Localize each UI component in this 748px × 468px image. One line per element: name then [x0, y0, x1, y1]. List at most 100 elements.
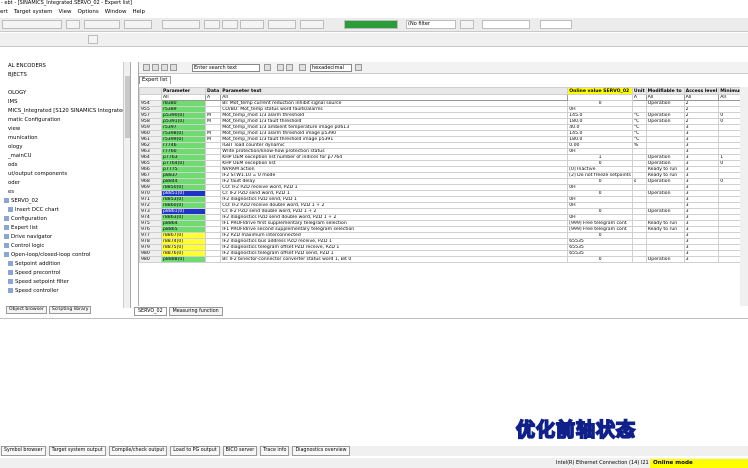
tree-item[interactable]: Setpoint addition: [0, 260, 130, 269]
expert-scrollbar[interactable]: [740, 87, 748, 306]
workspace-tab[interactable]: SERVO_02: [134, 307, 167, 316]
filter-icon[interactable]: [460, 20, 474, 29]
toolbar-group-2[interactable]: [84, 20, 120, 29]
cell-v[interactable]: [999] Free telegram conf.: [567, 220, 633, 227]
tab-expert-list[interactable]: Expert list: [139, 76, 171, 84]
tree-item-label: Expert list: [11, 225, 38, 231]
tree-item[interactable]: Speed precontrol: [0, 269, 130, 278]
node-icon: [1, 144, 6, 149]
flag-icon[interactable]: [170, 64, 177, 71]
header-modifiable[interactable]: Modifiable to: [645, 87, 685, 95]
cell-m: Operation: [645, 256, 685, 263]
tree-item[interactable]: BJECTS: [0, 71, 130, 80]
header-data[interactable]: Data: [204, 87, 222, 95]
cell-v[interactable]: 0: [567, 256, 633, 263]
tree-item-label: es: [8, 189, 15, 195]
tree-item-label: BJECTS: [8, 72, 27, 78]
menu-item[interactable]: Window: [105, 9, 127, 15]
tree-item[interactable]: MICS_Integrated [S120 SINAMICS Integrate…: [0, 107, 130, 116]
online-toolbar-group[interactable]: [344, 20, 398, 29]
tree-item[interactable]: AL ENCODERS: [0, 62, 130, 71]
tree-scrollbar[interactable]: [123, 62, 130, 308]
tree-item[interactable]: es: [0, 188, 130, 197]
tree-item[interactable]: view: [0, 125, 130, 134]
node-icon: [1, 117, 6, 122]
header-num: [139, 87, 162, 95]
output-tab[interactable]: Target system output: [48, 446, 106, 456]
table-settings-icon[interactable]: [286, 64, 293, 71]
workspace-tab[interactable]: Measuring function: [168, 307, 223, 316]
menu-item[interactable]: View: [58, 9, 71, 15]
toolbar2-button[interactable]: [88, 35, 98, 44]
header-text[interactable]: Parameter text: [220, 87, 569, 95]
toolbar-group-5[interactable]: [204, 20, 220, 29]
cell-v[interactable]: [999] Free telegram conf.: [567, 226, 633, 233]
tree-item[interactable]: Drive navigator: [0, 233, 130, 242]
menu-item[interactable]: Target system: [14, 9, 53, 15]
tree-item-label: Insert DCC chart: [15, 207, 59, 213]
node-icon: [1, 108, 6, 113]
binoculars-icon[interactable]: [264, 64, 271, 71]
tree-scroll-thumb[interactable]: [125, 76, 130, 138]
output-tab[interactable]: Trace info: [260, 446, 290, 456]
tab-object-browser[interactable]: Object browser: [6, 306, 47, 314]
tree-item[interactable]: matic Configuration: [0, 116, 130, 125]
refresh-icon[interactable]: [355, 64, 362, 71]
toolbar-group-1[interactable]: [2, 20, 62, 29]
tree-item[interactable]: Insert DCC chart: [0, 206, 130, 215]
table-row[interactable]: 980 p8888[0] BI: IF2 binector-connector co…: [139, 256, 747, 263]
tree-item[interactable]: Expert list: [0, 224, 130, 233]
tree-item[interactable]: Speed controller: [0, 287, 130, 296]
tree-item[interactable]: Open-loop/closed-loop control: [0, 251, 130, 260]
number-format-select[interactable]: hexadecimal: [310, 64, 352, 72]
tree-item[interactable]: [0, 80, 130, 89]
tree-item-label: ut/output components: [8, 171, 68, 177]
cell-p[interactable]: p8888[0]: [161, 256, 206, 263]
filter-select[interactable]: (No filter: [406, 20, 456, 29]
tree-item[interactable]: OLOGY: [0, 89, 130, 98]
header-unit[interactable]: Unit: [631, 87, 647, 95]
tree-item[interactable]: SERVO_02: [0, 197, 130, 206]
menu-item[interactable]: Help: [132, 9, 145, 15]
help-icon[interactable]: [66, 20, 80, 29]
menu-item[interactable]: ert: [0, 9, 8, 15]
toolbar-group-6[interactable]: [222, 20, 238, 29]
header-online-value[interactable]: Online value SERVO_02: [567, 87, 633, 95]
tree-item[interactable]: Configuration: [0, 215, 130, 224]
filter-icon[interactable]: [277, 64, 284, 71]
search-input[interactable]: Enter search text: [192, 64, 260, 72]
header-parameter[interactable]: Parameter: [161, 87, 206, 95]
toolbar-group-7[interactable]: [240, 20, 264, 29]
output-tab[interactable]: BICO server: [222, 446, 258, 456]
open-icon[interactable]: [152, 64, 159, 71]
cell-v[interactable]: [2] Do not freeze setpoints: [567, 172, 633, 179]
tree-item[interactable]: Speed setpoint filter: [0, 278, 130, 287]
output-tab[interactable]: Diagnostics overview: [292, 446, 350, 456]
output-tab[interactable]: Symbol browser: [1, 446, 46, 456]
output-tab[interactable]: Load to PG output: [170, 446, 220, 456]
tree-item[interactable]: munication: [0, 134, 130, 143]
tree-item[interactable]: Control logic: [0, 242, 130, 251]
output-tab[interactable]: Compile/check output: [108, 446, 168, 456]
toolbar-group-4[interactable]: [162, 20, 200, 29]
window-title: - ebt - [SINAMICS_Integrated.SERVO_02 - …: [0, 0, 748, 7]
tab-scripting-library[interactable]: Scripting library: [48, 306, 92, 314]
tree-item[interactable]: _mainCU: [0, 152, 130, 161]
menu-item[interactable]: Options: [78, 9, 99, 15]
cell-d: [204, 256, 222, 263]
tree-item[interactable]: IMS: [0, 98, 130, 107]
toolbar-group-9[interactable]: [300, 20, 324, 29]
tree-item[interactable]: ology: [0, 143, 130, 152]
arrow-left-icon[interactable]: [299, 64, 306, 71]
toolbar-group-8[interactable]: [268, 20, 296, 29]
toolbar-group-3[interactable]: [124, 20, 152, 29]
save-icon[interactable]: [161, 64, 168, 71]
table-icon[interactable]: [143, 64, 150, 71]
tree-item[interactable]: ut/output components: [0, 170, 130, 179]
tree-item[interactable]: oder: [0, 179, 130, 188]
combo-far-right[interactable]: [540, 20, 572, 29]
node-icon: [4, 225, 9, 230]
header-access[interactable]: Access level: [683, 87, 720, 95]
combo-right[interactable]: [482, 20, 530, 29]
tree-item[interactable]: ods: [0, 161, 130, 170]
